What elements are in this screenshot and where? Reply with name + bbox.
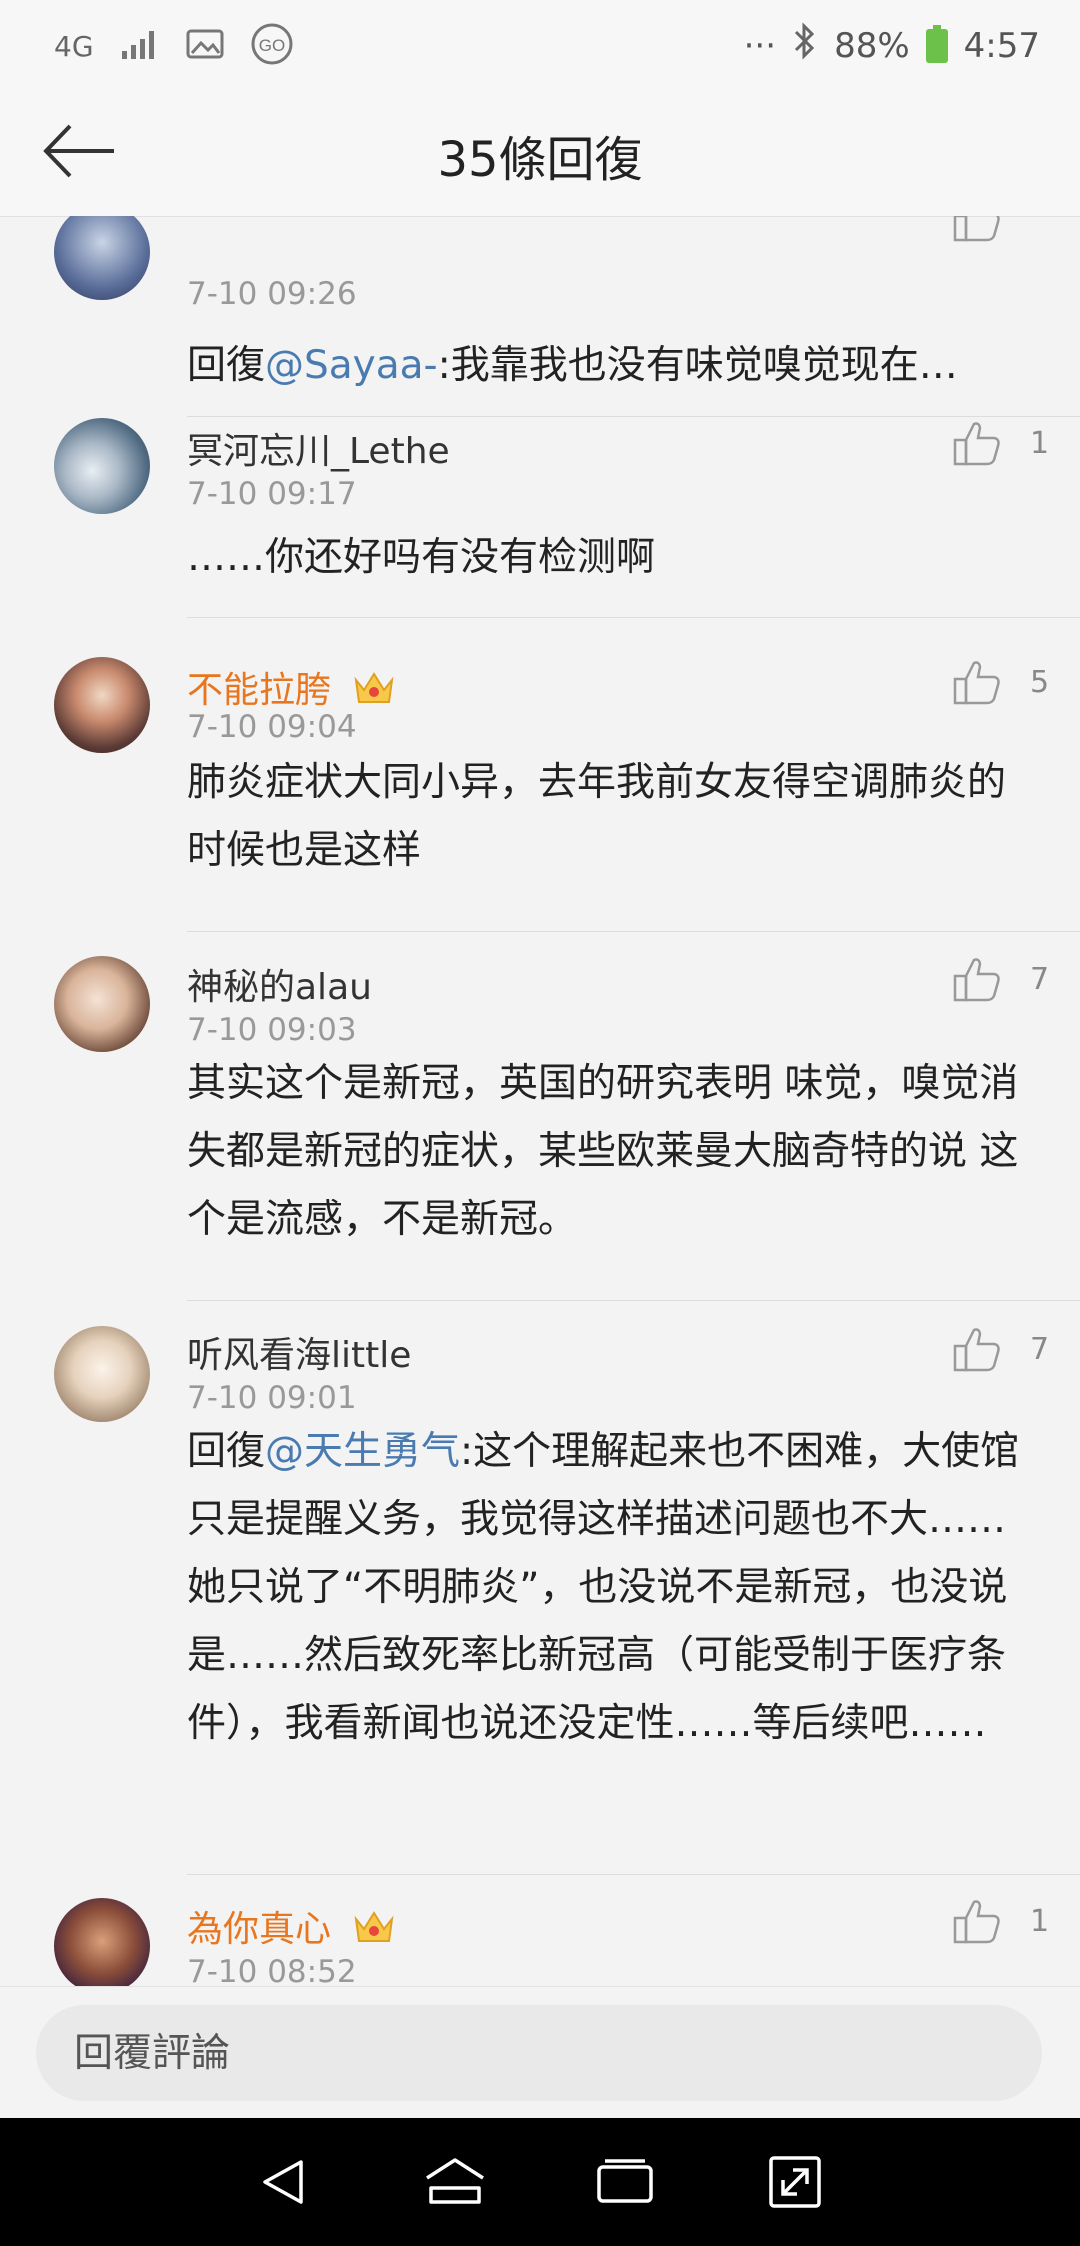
network-indicator: 4G (54, 29, 94, 63)
comment-text: 肺炎症状大同小异，去年我前女友得空调肺炎的时候也是这样 (187, 760, 1007, 873)
comment-item[interactable]: 听风看海little 7 7-10 09:01 回復@天生勇气:这个理解起来也不… (0, 1318, 1080, 1890)
battery-percent: 88% (834, 25, 910, 66)
avatar[interactable] (54, 216, 150, 300)
comment-list[interactable]: 7-10 09:26 回復@Sayaa-:我靠我也没有味觉嗅觉现在… 冥河忘川_… (0, 216, 1080, 1986)
like-button[interactable] (952, 216, 1050, 242)
svg-text:GO: GO (258, 36, 284, 55)
signal-icon (120, 27, 160, 65)
comment-item[interactable]: 冥河忘川_Lethe 1 7-10 09:17 ……你还好吗有没有检测啊 (0, 416, 1080, 648)
divider (187, 617, 1080, 618)
thumbs-up-icon (953, 1900, 1000, 1944)
reply-prefix: 回復 (187, 343, 266, 388)
status-bar: 4G GO ··· 88% 4:57 (0, 0, 1080, 86)
avatar[interactable] (54, 1898, 150, 1986)
username-text: 不能拉胯 (187, 670, 332, 711)
nav-expand-button[interactable] (755, 2142, 835, 2222)
system-nav-bar (0, 2118, 1080, 2246)
comment-time: 7-10 09:17 (187, 476, 357, 512)
page-title: 35條回復 (437, 132, 643, 188)
like-count: 1 (1030, 425, 1050, 461)
divider (187, 1874, 1080, 1875)
nav-recents-button[interactable] (585, 2142, 665, 2222)
like-count: 7 (1030, 1331, 1050, 1367)
comment-time: 7-10 09:04 (187, 709, 357, 745)
thumbs-up-icon (953, 1328, 1000, 1372)
avatar[interactable] (54, 956, 150, 1052)
nav-home-button[interactable] (415, 2142, 495, 2222)
like-button[interactable]: 1 (952, 420, 1050, 466)
nav-home-icon (426, 2158, 484, 2204)
comment-time: 7-10 09:01 (187, 1380, 357, 1416)
go-icon: GO (250, 22, 294, 70)
mention-link[interactable]: @天生勇气 (265, 1429, 460, 1474)
reply-bar (0, 1986, 1080, 2119)
mention-link[interactable]: @Sayaa- (265, 343, 438, 388)
like-button[interactable]: 5 (952, 659, 1050, 705)
like-button[interactable]: 7 (952, 956, 1050, 1002)
comment-time: 7-10 09:26 (187, 276, 357, 312)
like-button[interactable]: 7 (952, 1326, 1050, 1372)
thumbs-up-icon (953, 958, 1000, 1002)
avatar[interactable] (54, 418, 150, 514)
thumbs-up-icon (953, 661, 1000, 705)
username[interactable]: 神秘的alau (187, 958, 372, 1010)
bluetooth-icon (792, 22, 818, 69)
comment-text: 回復@天生勇气:这个理解起来也不困难，大使馆只是提醒义务，我觉得这样描述问题也不… (187, 1418, 1037, 1758)
username[interactable]: 冥河忘川_Lethe (187, 422, 450, 474)
status-right: ··· 88% 4:57 (744, 22, 1040, 69)
comment-item[interactable]: 為你真心 1 7-10 08:52 (0, 1892, 1080, 1986)
nav-back-button[interactable] (245, 2142, 325, 2222)
reply-input[interactable] (36, 2005, 1042, 2101)
nav-recents-icon (597, 2159, 653, 2203)
like-count: 5 (1030, 664, 1050, 700)
nav-back-icon (263, 2160, 303, 2204)
comment-time: 7-10 09:03 (187, 1012, 357, 1048)
crown-icon (352, 1907, 396, 1956)
status-time: 4:57 (963, 25, 1040, 66)
comment-text: ……你还好吗有没有检测啊 (187, 535, 656, 580)
more-indicator: ··· (743, 25, 777, 66)
thumbs-up-icon (953, 422, 1000, 466)
reply-prefix: 回復 (187, 1429, 266, 1474)
comment-body: :我靠我也没有味觉嗅觉现在… (437, 343, 958, 388)
battery-icon (925, 24, 948, 63)
crown-icon (352, 668, 396, 717)
like-count: 7 (1030, 961, 1050, 997)
avatar[interactable] (54, 657, 150, 753)
comment-time: 7-10 08:52 (187, 1954, 357, 1986)
comment-text: 回復@Sayaa-:我靠我也没有味觉嗅觉现在… (187, 332, 1037, 400)
avatar[interactable] (54, 1326, 150, 1422)
like-count: 1 (1030, 1903, 1050, 1939)
username[interactable]: 听风看海little (187, 1326, 411, 1378)
divider (187, 1300, 1080, 1301)
username-text: 為你真心 (187, 1909, 332, 1950)
comment-item[interactable]: 不能拉胯 5 7-10 09:04 肺炎症状大同小异，去年我前女友得空调肺炎的时… (0, 649, 1080, 949)
comment-body: :这个理解起来也不困难，大使馆只是提醒义务，我觉得这样描述问题也不大……她只说了… (187, 1429, 1020, 1746)
comment-item[interactable]: 神秘的alau 7 7-10 09:03 其实这个是新冠，英国的研究表明 味觉，… (0, 950, 1080, 1318)
comment-text: 其实这个是新冠，英国的研究表明 味觉，嗅觉消失都是新冠的症状，某些欧莱曼大脑奇特… (187, 1061, 1019, 1242)
username[interactable]: 為你真心 (187, 1900, 396, 1956)
status-left: 4G GO (54, 22, 294, 70)
thumbs-up-icon (953, 216, 1000, 242)
image-icon (186, 27, 224, 65)
comment-item[interactable]: 7-10 09:26 回復@Sayaa-:我靠我也没有味觉嗅觉现在… (0, 216, 1080, 417)
divider (187, 931, 1080, 932)
like-button[interactable]: 1 (952, 1898, 1050, 1944)
nav-expand-icon (769, 2156, 821, 2208)
header: 35條回復 (0, 86, 1080, 217)
